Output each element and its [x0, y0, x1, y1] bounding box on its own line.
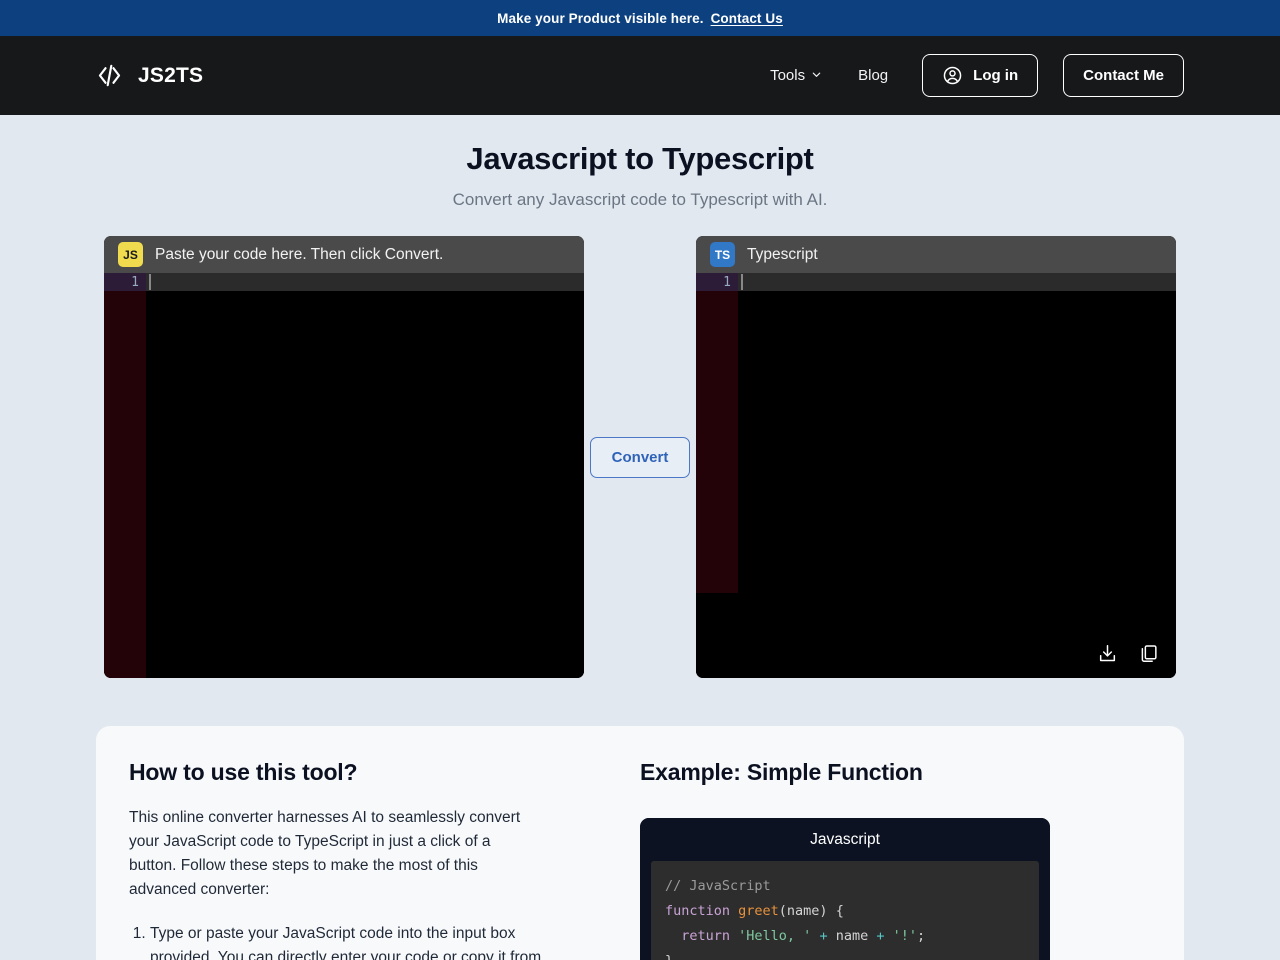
- promo-contact-us-link[interactable]: Contact Us: [711, 11, 783, 26]
- input-line-number: 1: [104, 273, 146, 291]
- output-caret: [741, 274, 743, 290]
- output-editor-title: Typescript: [747, 245, 818, 263]
- list-item: Type or paste your JavaScript code into …: [150, 922, 544, 960]
- page-title: Javascript to Typescript: [466, 141, 814, 176]
- info-card: How to use this tool? This online conver…: [96, 726, 1184, 960]
- input-editor-column: JS Paste your code here. Then click Conv…: [104, 236, 584, 678]
- convert-column: Convert: [584, 236, 696, 678]
- how-to-paragraph: This online converter harnesses AI to se…: [129, 809, 521, 898]
- nav-item-blog[interactable]: Blog: [840, 67, 906, 84]
- brand-logo[interactable]: JS2TS: [96, 62, 203, 89]
- typescript-badge-icon: TS: [710, 242, 735, 267]
- navbar: JS2TS Tools Blog Log in Contact Me: [0, 36, 1280, 115]
- chevron-down-icon: [811, 67, 822, 84]
- example-section: Example: Simple Function Javascript // J…: [640, 759, 1152, 960]
- nav-right-group: Tools Blog Log in Contact Me: [752, 54, 1184, 97]
- output-active-line: [738, 273, 1176, 291]
- promo-text: Make your Product visible here.: [497, 10, 704, 26]
- output-editor-header: TS Typescript: [696, 236, 1176, 273]
- input-editor-header: JS Paste your code here. Then click Conv…: [104, 236, 584, 273]
- nav-item-tools-label: Tools: [770, 67, 806, 84]
- output-editor-column: TS Typescript 1: [696, 236, 1176, 678]
- input-code-area[interactable]: [146, 273, 584, 678]
- hero-section: Javascript to Typescript Convert any Jav…: [0, 115, 1280, 210]
- output-editor-body[interactable]: 1: [696, 273, 1176, 678]
- input-editor-title: Paste your code here. Then click Convert…: [155, 245, 444, 263]
- nav-item-tools[interactable]: Tools: [752, 67, 840, 84]
- output-code-area[interactable]: [738, 273, 1176, 678]
- how-to-heading: How to use this tool?: [129, 759, 358, 785]
- input-editor-gutter: 1: [104, 273, 146, 678]
- input-active-line: [146, 273, 584, 291]
- promo-banner: Make your Product visible here. Contact …: [0, 0, 1280, 36]
- copy-icon[interactable]: [1138, 643, 1159, 664]
- output-editor[interactable]: TS Typescript 1: [696, 236, 1176, 678]
- example-code-block: Javascript // JavaScript function greet(…: [640, 818, 1050, 960]
- convert-button[interactable]: Convert: [589, 436, 691, 478]
- how-to-section: How to use this tool? This online conver…: [128, 759, 608, 960]
- example-heading: Example: Simple Function: [640, 759, 923, 785]
- login-button[interactable]: Log in: [922, 54, 1039, 97]
- contact-me-button[interactable]: Contact Me: [1063, 54, 1184, 97]
- output-editor-gutter: 1: [696, 273, 738, 593]
- input-caret: [149, 274, 151, 290]
- input-editor-body[interactable]: 1: [104, 273, 584, 678]
- download-icon[interactable]: [1097, 643, 1118, 664]
- contact-me-button-label: Contact Me: [1083, 67, 1164, 84]
- how-to-steps: Type or paste your JavaScript code into …: [129, 922, 544, 960]
- input-editor[interactable]: JS Paste your code here. Then click Conv…: [104, 236, 584, 678]
- output-editor-actions: [1097, 643, 1159, 664]
- login-button-label: Log in: [973, 67, 1019, 84]
- code-brackets-icon: [96, 62, 123, 89]
- javascript-badge-icon: JS: [118, 242, 143, 267]
- converter-section: JS Paste your code here. Then click Conv…: [0, 236, 1280, 678]
- user-circle-icon: [942, 65, 963, 86]
- output-line-number: 1: [696, 273, 738, 291]
- nav-item-blog-label: Blog: [858, 67, 889, 84]
- example-language-label: Javascript: [640, 818, 1050, 861]
- page-subtitle: Convert any Javascript code to Typescrip…: [452, 190, 828, 209]
- example-code: // JavaScript function greet(name) { ret…: [651, 861, 1039, 960]
- brand-name: JS2TS: [138, 63, 204, 87]
